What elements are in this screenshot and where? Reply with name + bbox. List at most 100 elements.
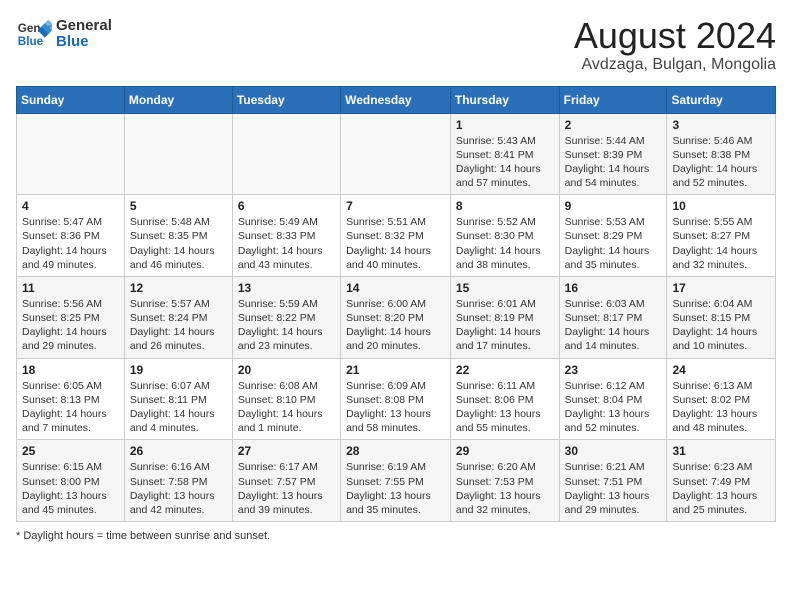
- calendar-cell: [341, 113, 451, 195]
- calendar-cell: 3 Sunrise: 5:46 AMSunset: 8:38 PMDaylight…: [667, 113, 776, 195]
- calendar-cell: 29 Sunrise: 6:20 AMSunset: 7:53 PMDayligh…: [450, 440, 559, 522]
- day-number: 3: [672, 118, 770, 132]
- day-number: 7: [346, 199, 445, 213]
- calendar-table: SundayMondayTuesdayWednesdayThursdayFrid…: [16, 86, 776, 522]
- day-number: 15: [456, 281, 554, 295]
- day-number: 16: [565, 281, 662, 295]
- week-row-4: 25 Sunrise: 6:15 AMSunset: 8:00 PMDayligh…: [17, 440, 776, 522]
- day-number: 14: [346, 281, 445, 295]
- day-number: 17: [672, 281, 770, 295]
- day-number: 28: [346, 444, 445, 458]
- day-number: 6: [238, 199, 335, 213]
- day-number: 22: [456, 363, 554, 377]
- day-info: Sunrise: 5:43 AMSunset: 8:41 PMDaylight:…: [456, 134, 554, 191]
- calendar-cell: [124, 113, 232, 195]
- day-info: Sunrise: 6:08 AMSunset: 8:10 PMDaylight:…: [238, 379, 335, 436]
- calendar-cell: 30Sunrise: 6:21 AMSunset: 7:51 PMDayligh…: [559, 440, 667, 522]
- day-info: Sunrise: 6:20 AMSunset: 7:53 PMDaylight:…: [456, 460, 554, 517]
- day-header-tuesday: Tuesday: [232, 86, 340, 113]
- day-info: Sunrise: 6:13 AMSunset: 8:02 PMDaylight:…: [672, 379, 770, 436]
- daylight-label: Daylight hours: [23, 530, 93, 542]
- calendar-cell: 9Sunrise: 5:53 AMSunset: 8:29 PMDaylight…: [559, 195, 667, 277]
- calendar-cell: 23 Sunrise: 6:12 AMSunset: 8:04 PMDayligh…: [559, 358, 667, 440]
- footer-note: * Daylight hours = time between sunrise …: [16, 530, 776, 542]
- day-info: Sunrise: 6:15 AMSunset: 8:00 PMDaylight:…: [22, 460, 119, 517]
- svg-text:Blue: Blue: [18, 35, 44, 48]
- day-header-friday: Friday: [559, 86, 667, 113]
- month-year-title: August 2024: [574, 16, 776, 56]
- calendar-cell: 10 Sunrise: 5:55 AMSunset: 8:27 PMDayligh…: [667, 195, 776, 277]
- calendar-cell: 27Sunrise: 6:17 AMSunset: 7:57 PMDayligh…: [232, 440, 340, 522]
- title-block: August 2024 Avdzaga, Bulgan, Mongolia: [574, 16, 776, 74]
- day-number: 4: [22, 199, 119, 213]
- day-info: Sunrise: 6:03 AMSunset: 8:17 PMDaylight:…: [565, 297, 662, 354]
- day-info: Sunrise: 5:51 AMSunset: 8:32 PMDaylight:…: [346, 215, 445, 272]
- day-number: 10: [672, 199, 770, 213]
- calendar-cell: 11 Sunrise: 5:56 AMSunset: 8:25 PMDayligh…: [17, 276, 125, 358]
- page-header: General Blue General Blue August 2024 Av…: [16, 16, 776, 74]
- day-number: 1: [456, 118, 554, 132]
- calendar-cell: 8 Sunrise: 5:52 AMSunset: 8:30 PMDaylight…: [450, 195, 559, 277]
- day-number: 29: [456, 444, 554, 458]
- day-info: Sunrise: 5:56 AMSunset: 8:25 PMDaylight:…: [22, 297, 119, 354]
- day-info: Sunrise: 6:07 AMSunset: 8:11 PMDaylight:…: [130, 379, 227, 436]
- day-number: 18: [22, 363, 119, 377]
- calendar-cell: 19 Sunrise: 6:07 AMSunset: 8:11 PMDayligh…: [124, 358, 232, 440]
- day-number: 5: [130, 199, 227, 213]
- day-number: 26: [130, 444, 227, 458]
- day-info: Sunrise: 5:55 AMSunset: 8:27 PMDaylight:…: [672, 215, 770, 272]
- week-row-1: 4 Sunrise: 5:47 AMSunset: 8:36 PMDaylight…: [17, 195, 776, 277]
- calendar-cell: 13Sunrise: 5:59 AMSunset: 8:22 PMDayligh…: [232, 276, 340, 358]
- day-number: 19: [130, 363, 227, 377]
- day-info: Sunrise: 5:52 AMSunset: 8:30 PMDaylight:…: [456, 215, 554, 272]
- calendar-cell: 31Sunrise: 6:23 AMSunset: 7:49 PMDayligh…: [667, 440, 776, 522]
- location-subtitle: Avdzaga, Bulgan, Mongolia: [574, 56, 776, 74]
- calendar-cell: 17 Sunrise: 6:04 AMSunset: 8:15 PMDayligh…: [667, 276, 776, 358]
- day-info: Sunrise: 6:09 AMSunset: 8:08 PMDaylight:…: [346, 379, 445, 436]
- day-info: Sunrise: 5:46 AMSunset: 8:38 PMDaylight:…: [672, 134, 770, 191]
- day-number: 8: [456, 199, 554, 213]
- day-number: 11: [22, 281, 119, 295]
- day-info: Sunrise: 6:11 AMSunset: 8:06 PMDaylight:…: [456, 379, 554, 436]
- logo-icon: General Blue: [16, 16, 52, 52]
- day-info: Sunrise: 6:19 AMSunset: 7:55 PMDaylight:…: [346, 460, 445, 517]
- day-info: Sunrise: 5:53 AMSunset: 8:29 PMDaylight:…: [565, 215, 662, 272]
- week-row-0: 1 Sunrise: 5:43 AMSunset: 8:41 PMDaylight…: [17, 113, 776, 195]
- day-number: 24: [672, 363, 770, 377]
- logo-general-text: General: [56, 18, 112, 35]
- calendar-cell: 4 Sunrise: 5:47 AMSunset: 8:36 PMDaylight…: [17, 195, 125, 277]
- day-header-sunday: Sunday: [17, 86, 125, 113]
- calendar-cell: 20Sunrise: 6:08 AMSunset: 8:10 PMDayligh…: [232, 358, 340, 440]
- calendar-cell: 1 Sunrise: 5:43 AMSunset: 8:41 PMDaylight…: [450, 113, 559, 195]
- day-number: 31: [672, 444, 770, 458]
- week-row-2: 11 Sunrise: 5:56 AMSunset: 8:25 PMDayligh…: [17, 276, 776, 358]
- day-header-wednesday: Wednesday: [341, 86, 451, 113]
- day-info: Sunrise: 5:48 AMSunset: 8:35 PMDaylight:…: [130, 215, 227, 272]
- day-header-monday: Monday: [124, 86, 232, 113]
- calendar-cell: 5 Sunrise: 5:48 AMSunset: 8:35 PMDaylight…: [124, 195, 232, 277]
- day-number: 21: [346, 363, 445, 377]
- day-info: Sunrise: 5:47 AMSunset: 8:36 PMDaylight:…: [22, 215, 119, 272]
- week-row-3: 18Sunrise: 6:05 AMSunset: 8:13 PMDayligh…: [17, 358, 776, 440]
- day-info: Sunrise: 6:04 AMSunset: 8:15 PMDaylight:…: [672, 297, 770, 354]
- day-number: 23: [565, 363, 662, 377]
- day-info: Sunrise: 5:59 AMSunset: 8:22 PMDaylight:…: [238, 297, 335, 354]
- day-number: 12: [130, 281, 227, 295]
- calendar-cell: 15Sunrise: 6:01 AMSunset: 8:19 PMDayligh…: [450, 276, 559, 358]
- day-info: Sunrise: 6:16 AMSunset: 7:58 PMDaylight:…: [130, 460, 227, 517]
- day-info: Sunrise: 6:00 AMSunset: 8:20 PMDaylight:…: [346, 297, 445, 354]
- day-number: 25: [22, 444, 119, 458]
- day-number: 30: [565, 444, 662, 458]
- day-header-thursday: Thursday: [450, 86, 559, 113]
- day-info: Sunrise: 6:17 AMSunset: 7:57 PMDaylight:…: [238, 460, 335, 517]
- day-number: 2: [565, 118, 662, 132]
- calendar-cell: 21 Sunrise: 6:09 AMSunset: 8:08 PMDayligh…: [341, 358, 451, 440]
- calendar-cell: 28 Sunrise: 6:19 AMSunset: 7:55 PMDayligh…: [341, 440, 451, 522]
- calendar-cell: 24 Sunrise: 6:13 AMSunset: 8:02 PMDayligh…: [667, 358, 776, 440]
- day-headers-row: SundayMondayTuesdayWednesdayThursdayFrid…: [17, 86, 776, 113]
- calendar-cell: [232, 113, 340, 195]
- calendar-cell: 14 Sunrise: 6:00 AMSunset: 8:20 PMDayligh…: [341, 276, 451, 358]
- day-info: Sunrise: 5:57 AMSunset: 8:24 PMDaylight:…: [130, 297, 227, 354]
- day-header-saturday: Saturday: [667, 86, 776, 113]
- day-info: Sunrise: 6:12 AMSunset: 8:04 PMDaylight:…: [565, 379, 662, 436]
